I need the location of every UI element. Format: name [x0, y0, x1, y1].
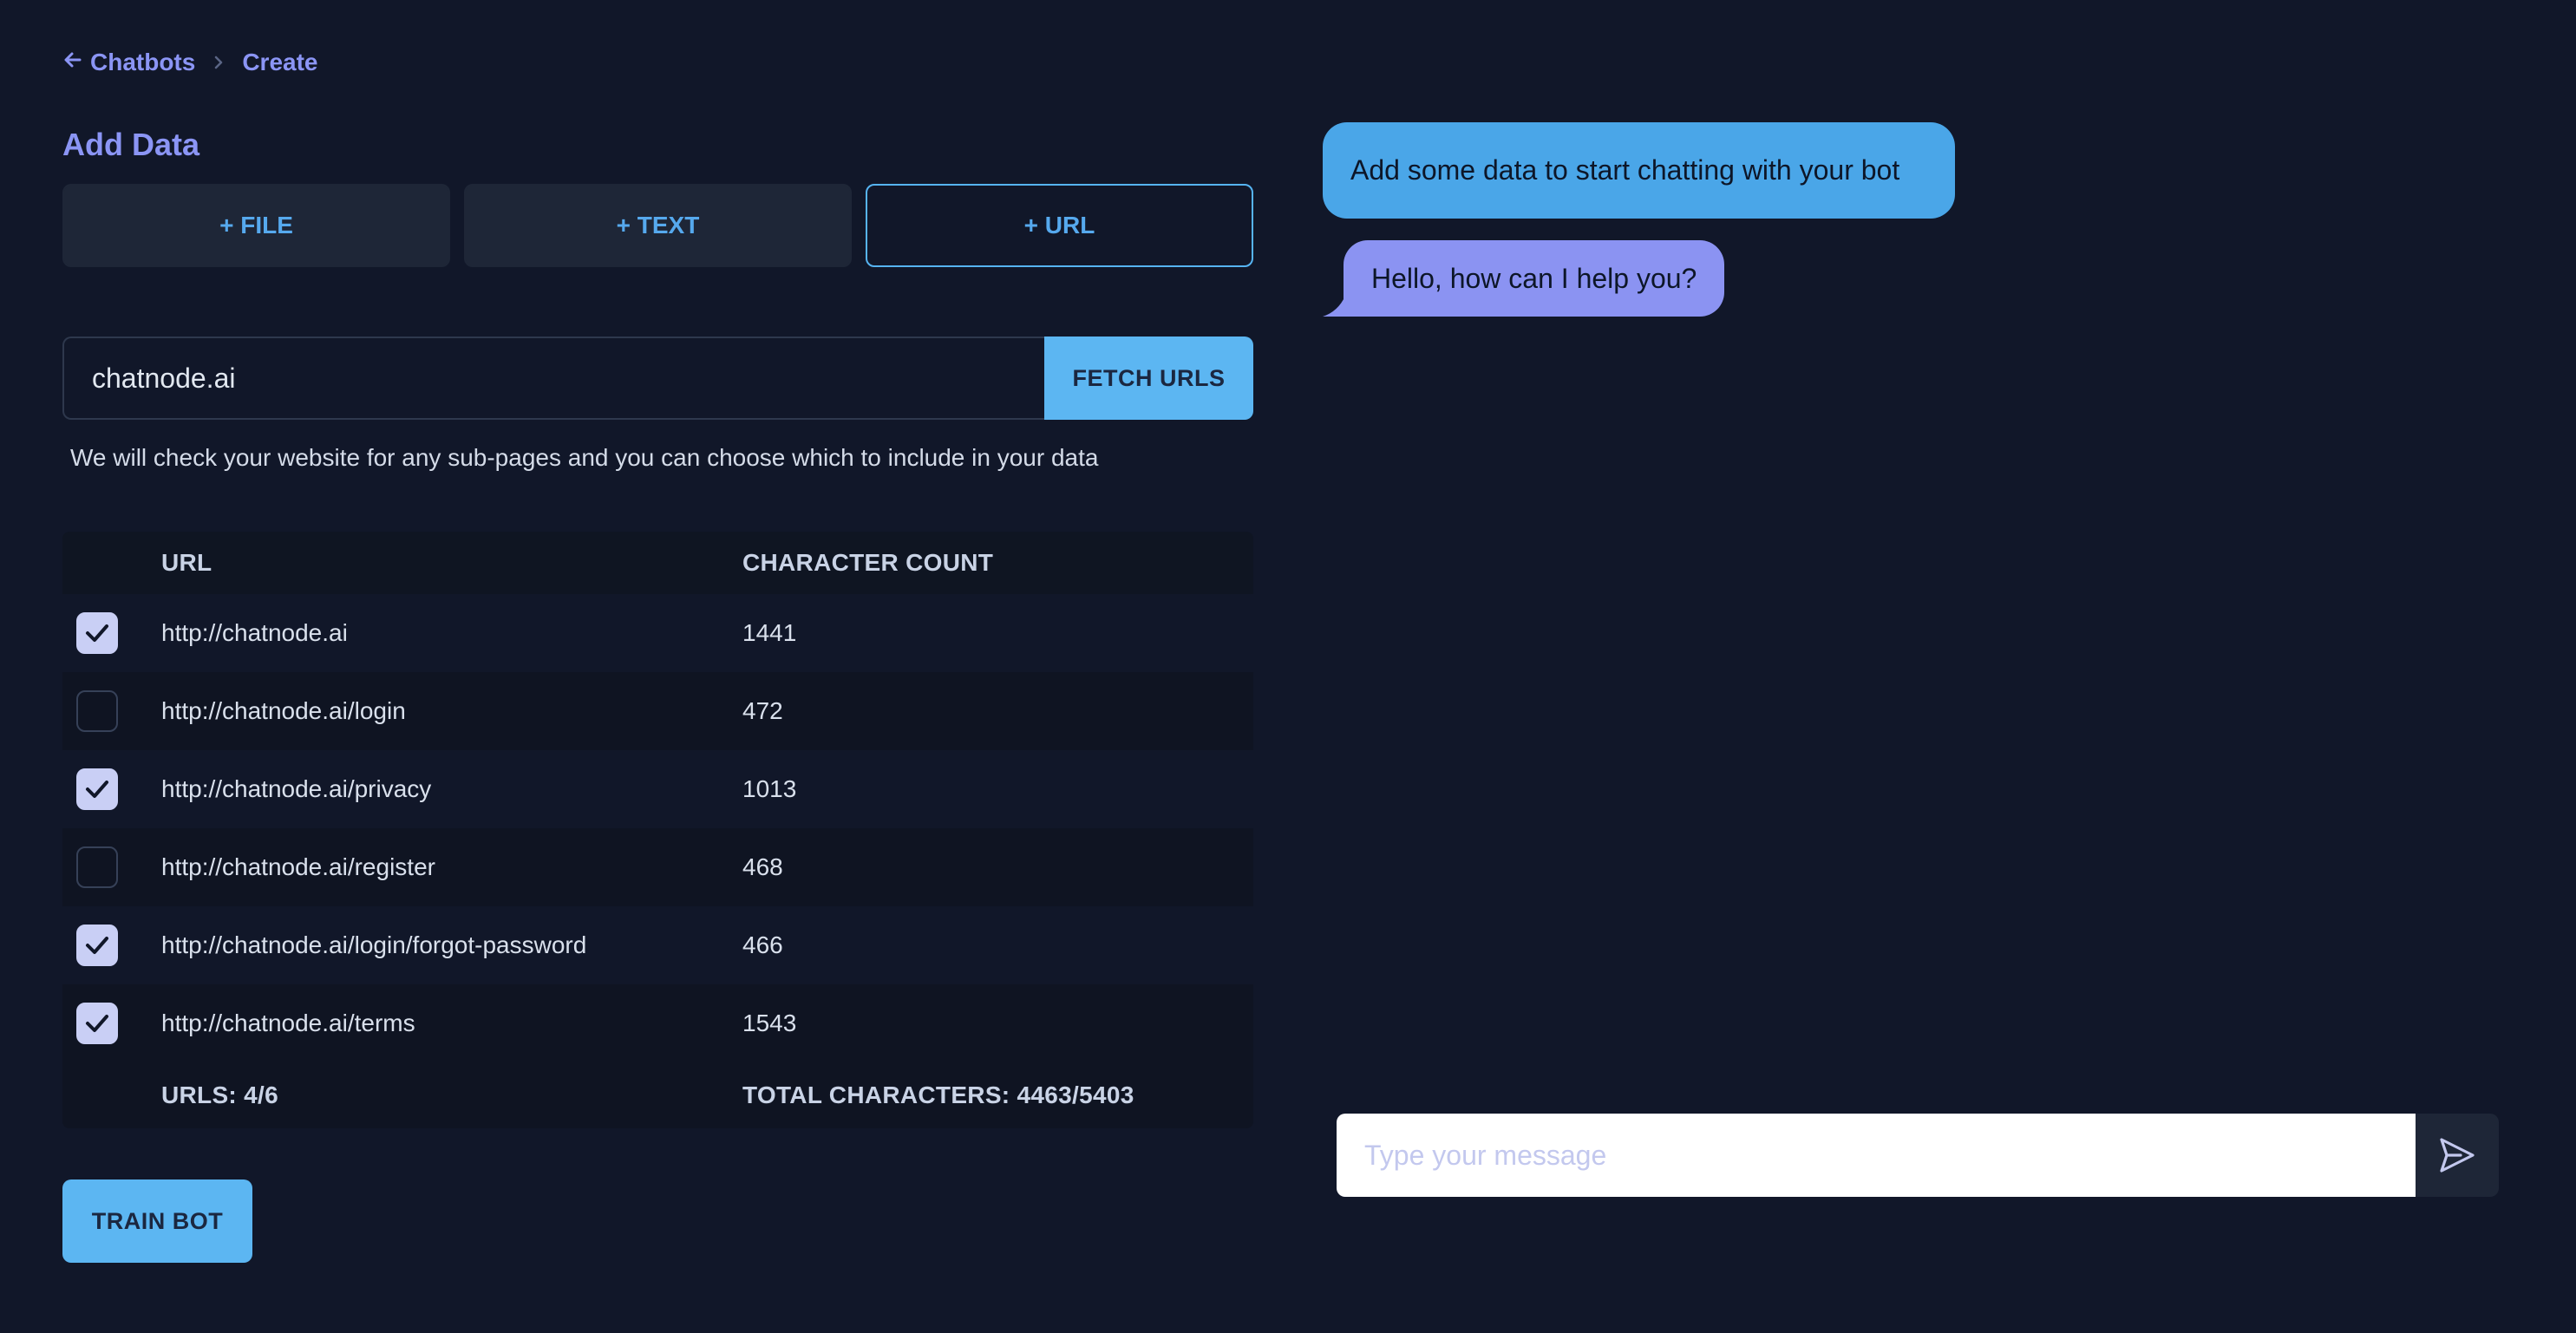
checkmark-icon	[86, 937, 108, 954]
breadcrumb-chatbots-label: Chatbots	[90, 49, 196, 75]
url-help-text: We will check your website for any sub-p…	[70, 444, 1099, 471]
count-cell: 1013	[742, 775, 797, 802]
url-checkbox[interactable]	[76, 846, 118, 888]
chat-composer	[1337, 1114, 2499, 1197]
bot-message-bubble: Add some data to start chatting with you…	[1323, 122, 1956, 219]
add-text-tab[interactable]: + TEXT	[464, 184, 852, 267]
url-fetch-row: FETCH URLS	[62, 337, 1253, 420]
checkmark-icon	[86, 781, 108, 798]
table-row: http://chatnode.ai/terms 1543	[62, 984, 1253, 1062]
url-checkbox[interactable]	[76, 612, 118, 654]
assistant-message-text: Hello, how can I help you?	[1371, 262, 1697, 294]
page: Chatbots Create Add Data + FILE + TEXT +…	[0, 0, 2576, 1333]
total-characters-summary: TOTAL CHARACTERS: 4463/5403	[742, 1081, 1134, 1108]
train-bot-button[interactable]: TRAIN BOT	[62, 1179, 252, 1263]
table-row: http://chatnode.ai/login 472	[62, 672, 1253, 750]
bot-message-text: Add some data to start chatting with you…	[1350, 154, 1900, 186]
table-footer: URLS: 4/6 TOTAL CHARACTERS: 4463/5403	[62, 1062, 1253, 1128]
url-checkbox[interactable]	[76, 768, 118, 810]
chat-message-input[interactable]	[1337, 1114, 2416, 1197]
arrow-left-icon	[62, 49, 83, 76]
chevron-right-icon	[212, 54, 225, 71]
url-table: URL CHARACTER COUNT http://chatnode.ai 1…	[62, 532, 1253, 1128]
table-header: URL CHARACTER COUNT	[62, 532, 1253, 594]
table-row: http://chatnode.ai 1441	[62, 594, 1253, 672]
count-cell: 1441	[742, 619, 797, 646]
url-checkbox[interactable]	[76, 925, 118, 966]
url-cell: http://chatnode.ai/login	[161, 697, 406, 724]
assistant-message: Hello, how can I help you?	[1323, 240, 1725, 317]
count-cell: 1543	[742, 1010, 797, 1036]
back-to-chatbots-link[interactable]: Chatbots	[62, 49, 195, 76]
add-file-tab[interactable]: + FILE	[62, 184, 450, 267]
url-checkbox[interactable]	[76, 1003, 118, 1044]
breadcrumb: Chatbots Create	[62, 49, 318, 76]
url-column-header: URL	[161, 549, 212, 576]
breadcrumb-current: Create	[242, 49, 318, 75]
send-icon	[2440, 1138, 2475, 1173]
url-cell: http://chatnode.ai	[161, 619, 348, 646]
count-cell: 468	[742, 853, 783, 880]
url-cell: http://chatnode.ai/login/forgot-password	[161, 931, 587, 958]
table-row: http://chatnode.ai/privacy 1013	[62, 750, 1253, 828]
add-data-title: Add Data	[62, 127, 200, 162]
send-message-button[interactable]	[2416, 1114, 2499, 1197]
url-cell: http://chatnode.ai/privacy	[161, 775, 432, 802]
count-cell: 472	[742, 697, 783, 724]
url-cell: http://chatnode.ai/register	[161, 853, 435, 880]
website-url-input[interactable]	[62, 337, 1044, 420]
checkmark-icon	[86, 1015, 108, 1032]
add-url-tab[interactable]: + URL	[866, 184, 1253, 267]
table-row: http://chatnode.ai/register 468	[62, 828, 1253, 906]
character-count-column-header: CHARACTER COUNT	[742, 549, 994, 576]
table-row: http://chatnode.ai/login/forgot-password…	[62, 906, 1253, 984]
fetch-urls-button[interactable]: FETCH URLS	[1044, 337, 1253, 420]
url-cell: http://chatnode.ai/terms	[161, 1010, 415, 1036]
data-source-tabs: + FILE + TEXT + URL	[62, 184, 1253, 267]
checkmark-icon	[86, 624, 108, 642]
selected-urls-summary: URLS: 4/6	[161, 1081, 278, 1108]
bubble-tail	[1323, 296, 1345, 317]
count-cell: 466	[742, 931, 783, 958]
url-checkbox[interactable]	[76, 690, 118, 732]
assistant-message-bubble: Hello, how can I help you?	[1344, 240, 1725, 317]
